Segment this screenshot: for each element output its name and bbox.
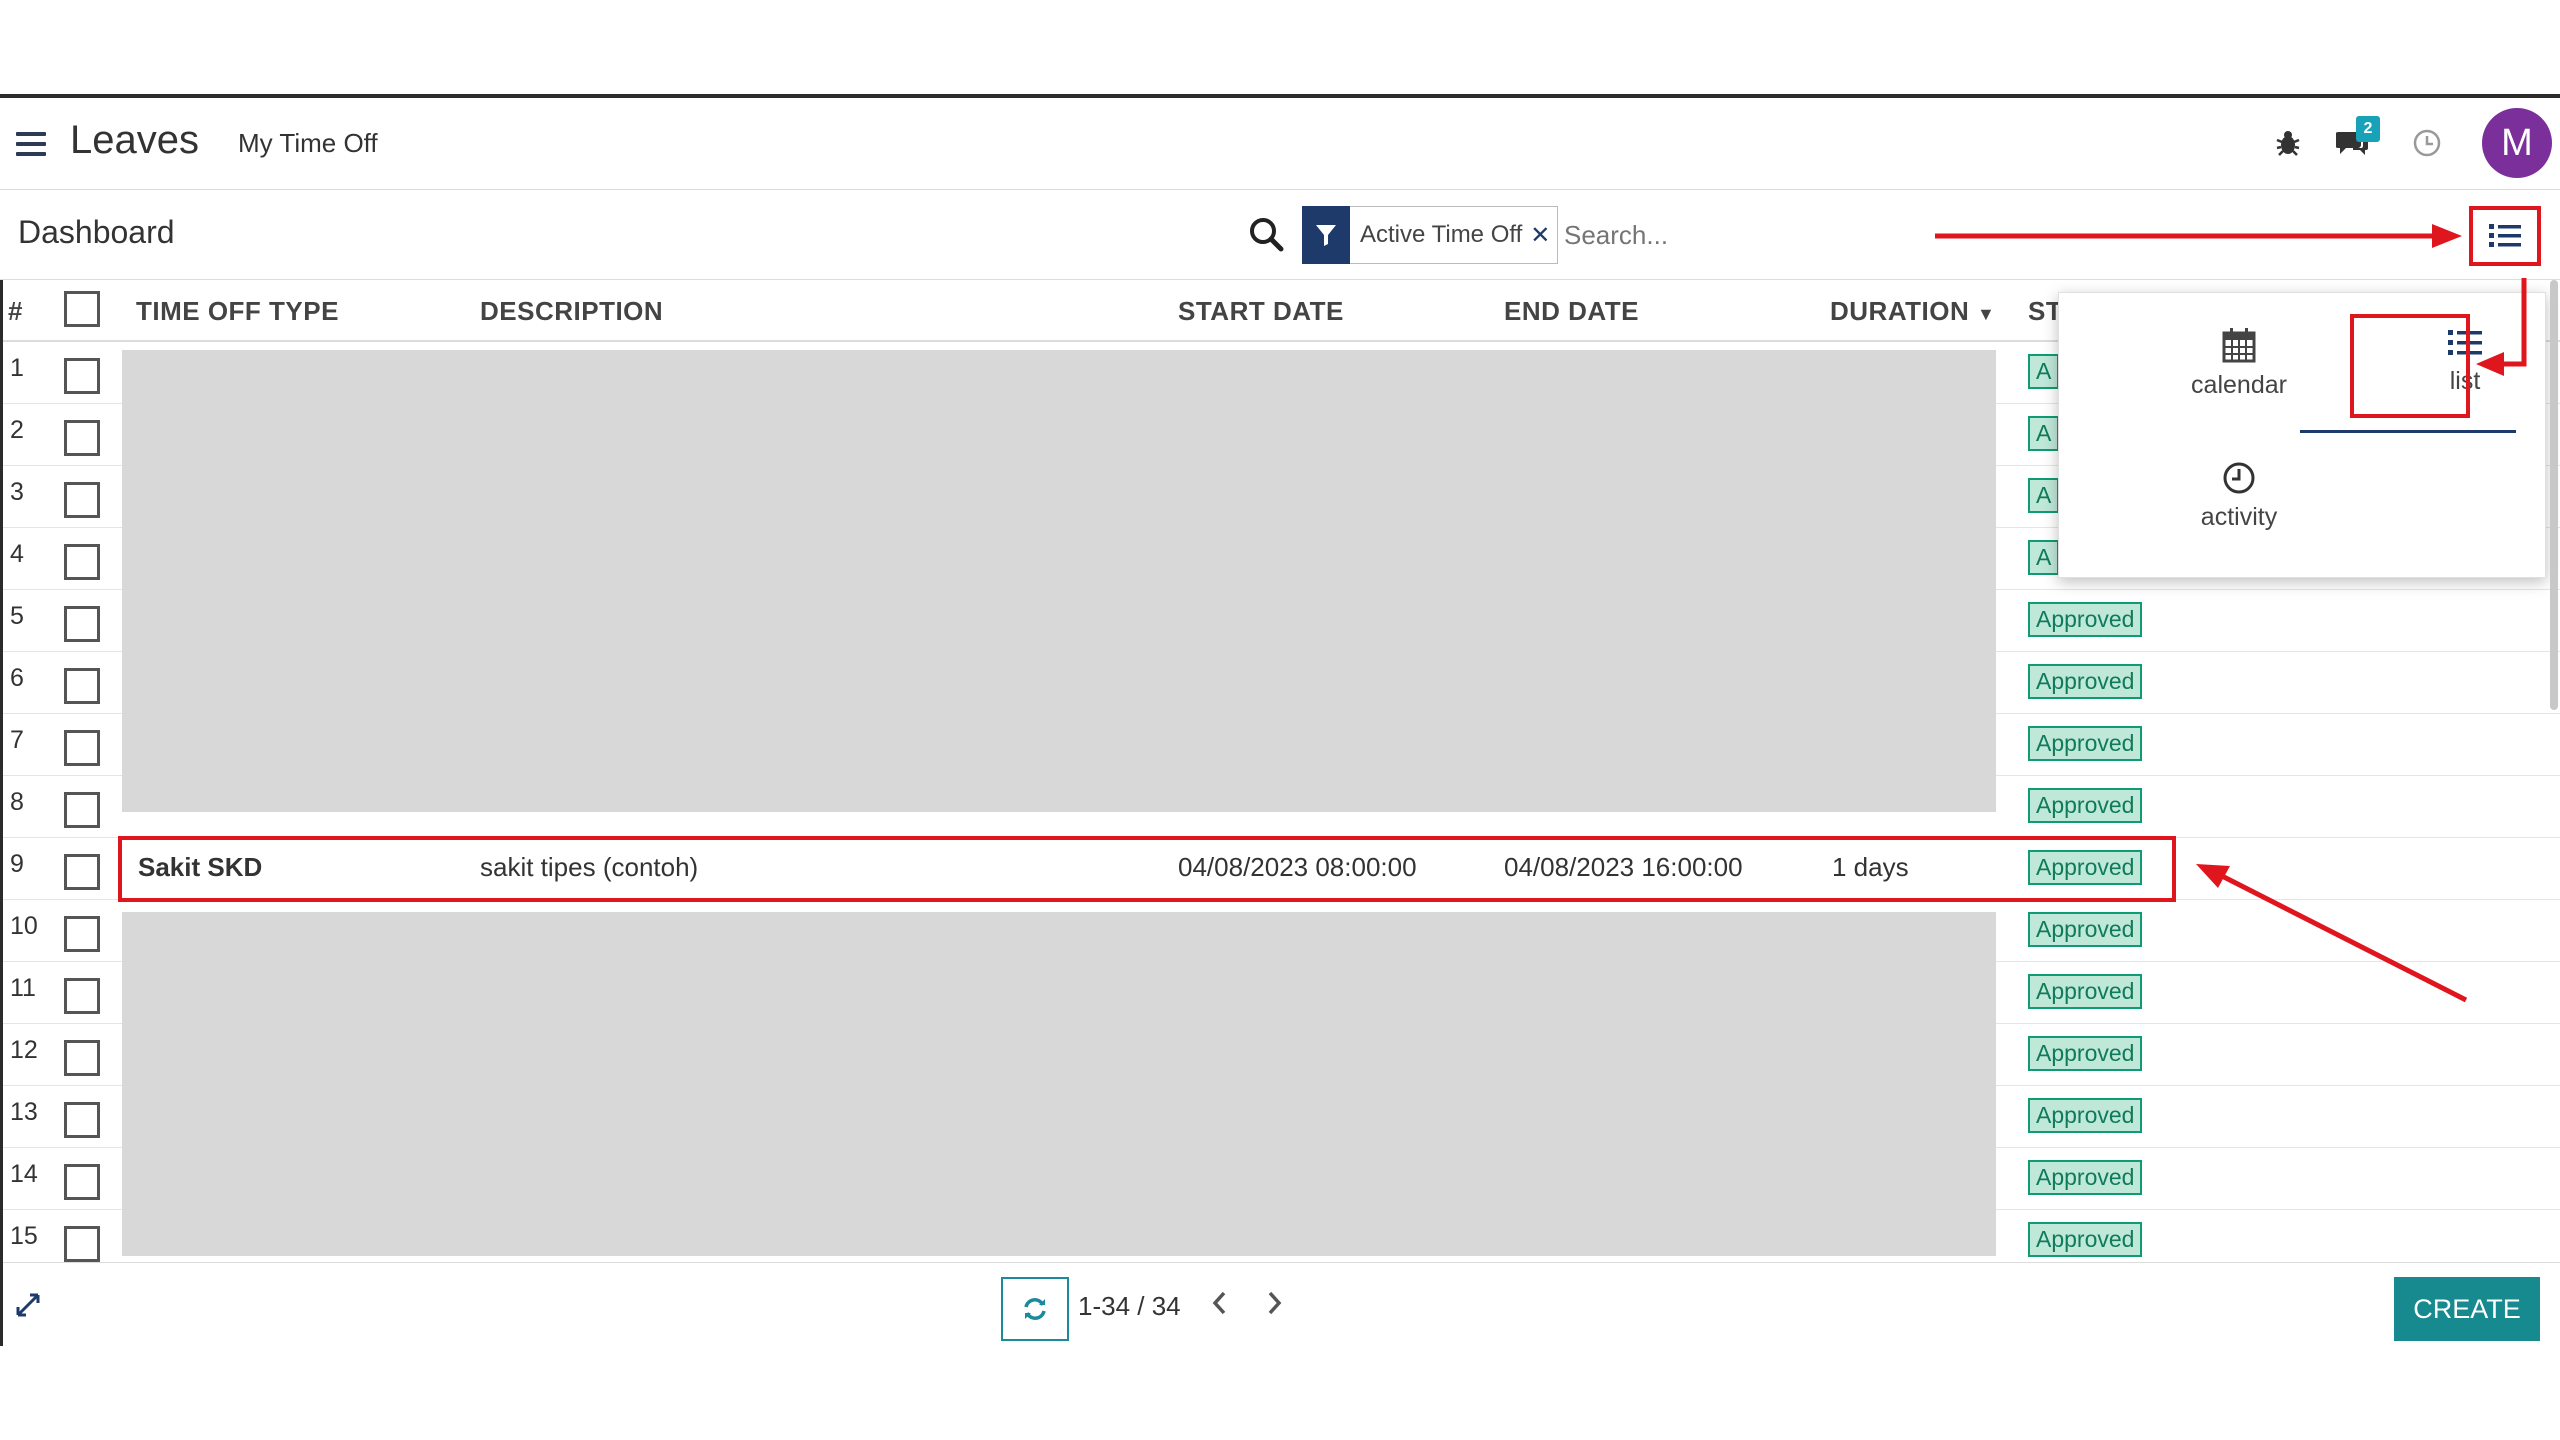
status-badge: A (2028, 416, 2060, 451)
remove-facet-icon[interactable]: ✕ (1522, 221, 1550, 250)
status-badge: Approved (2028, 602, 2143, 637)
row-number: 13 (10, 1098, 38, 1126)
sort-caret-icon: ▼ (1977, 304, 1996, 324)
app-title: Leaves (70, 118, 199, 162)
expand-icon[interactable] (14, 1291, 42, 1324)
row-checkbox[interactable] (64, 854, 100, 890)
window-left-border (0, 280, 3, 1346)
row-number: 5 (10, 602, 24, 630)
row-number: 7 (10, 726, 24, 754)
view-switcher-button[interactable] (2469, 206, 2541, 266)
status-badge: Approved (2028, 726, 2143, 761)
pager-previous-icon[interactable] (1210, 1289, 1230, 1322)
scrollbar[interactable] (2550, 280, 2558, 710)
annotation-highlight-list (2350, 314, 2470, 418)
row-number: 14 (10, 1160, 38, 1188)
activity-clock-icon (2223, 462, 2255, 494)
row-number: 6 (10, 664, 24, 692)
redacted-region-top (122, 350, 1996, 812)
status-badge: A (2028, 354, 2060, 389)
row-number: 1 (10, 354, 24, 382)
row-checkbox[interactable] (64, 420, 100, 456)
col-header-type[interactable]: TIME OFF TYPE (136, 296, 339, 327)
status-badge: Approved (2028, 1222, 2143, 1257)
pager-value[interactable]: 1-34 / 34 (1078, 1291, 1181, 1322)
status-badge: Approved (2028, 912, 2143, 947)
control-panel: Dashboard Active Time Off ✕ (0, 190, 2560, 280)
row-checkbox[interactable] (64, 916, 100, 952)
row-checkbox[interactable] (64, 1102, 100, 1138)
row-checkbox[interactable] (64, 730, 100, 766)
status-badge: Approved (2028, 1098, 2143, 1133)
status-badge: Approved (2028, 788, 2143, 823)
view-calendar[interactable]: calendar (2159, 327, 2319, 400)
nav-my-time-off[interactable]: My Time Off (238, 128, 378, 159)
search-input[interactable] (1564, 210, 1864, 260)
status-badge: A (2028, 540, 2060, 575)
search-icon[interactable] (1248, 216, 1284, 257)
filter-icon (1302, 205, 1350, 264)
avatar[interactable]: M (2482, 108, 2552, 178)
search-facet[interactable]: Active Time Off ✕ (1302, 205, 1558, 264)
calendar-icon (2222, 328, 2256, 363)
col-header-end[interactable]: END DATE (1504, 296, 1639, 327)
redacted-region-bottom (122, 912, 1996, 1256)
row-checkbox[interactable] (64, 358, 100, 394)
facet-label: Active Time Off (1360, 221, 1523, 248)
row-number: 9 (10, 850, 24, 878)
status-badge: Approved (2028, 974, 2143, 1009)
row-checkbox[interactable] (64, 668, 100, 704)
breadcrumb: Dashboard (18, 214, 175, 250)
row-checkbox[interactable] (64, 1040, 100, 1076)
col-header-num: # (8, 296, 23, 326)
footer-bar: 1-34 / 34 CREATE (0, 1262, 2560, 1346)
row-number: 11 (10, 974, 36, 1002)
row-number: 15 (10, 1222, 38, 1250)
row-checkbox[interactable] (64, 1226, 100, 1262)
menu-icon[interactable] (16, 132, 46, 156)
col-header-duration-label: DURATION (1830, 296, 1970, 326)
refresh-button[interactable] (1001, 1277, 1069, 1341)
row-checkbox[interactable] (64, 606, 100, 642)
row-number: 4 (10, 540, 24, 568)
list-view-icon (2489, 224, 2521, 247)
pager-next-icon[interactable] (1264, 1289, 1284, 1322)
view-activity[interactable]: activity (2159, 461, 2319, 532)
status-badge: Approved (2028, 664, 2143, 699)
messages-count-badge: 2 (2356, 116, 2380, 142)
row-checkbox[interactable] (64, 792, 100, 828)
bug-icon[interactable] (2274, 128, 2302, 163)
row-number: 12 (10, 1036, 38, 1064)
col-header-duration[interactable]: DURATION ▼ (1830, 296, 1995, 327)
row-number: 8 (10, 788, 24, 816)
row-number: 10 (10, 912, 38, 940)
status-badge: A (2028, 478, 2060, 513)
col-header-description[interactable]: DESCRIPTION (480, 296, 663, 327)
row-checkbox[interactable] (64, 482, 100, 518)
view-switcher-dropdown: calendar list activity (2058, 292, 2546, 578)
active-view-underline (2300, 430, 2516, 433)
row-checkbox[interactable] (64, 978, 100, 1014)
col-header-start[interactable]: START DATE (1178, 296, 1344, 327)
refresh-icon (1024, 1298, 1046, 1320)
row-number: 3 (10, 478, 24, 506)
status-badge: Approved (2028, 1036, 2143, 1071)
annotation-highlight-row (118, 836, 2176, 902)
row-checkbox[interactable] (64, 544, 100, 580)
view-activity-label: activity (2200, 503, 2278, 531)
status-badge: Approved (2028, 1160, 2143, 1195)
create-button[interactable]: CREATE (2394, 1277, 2540, 1341)
app-bar: Leaves My Time Off 2 M (0, 98, 2560, 190)
select-all-checkbox[interactable] (64, 291, 100, 327)
view-calendar-label: calendar (2191, 371, 2287, 399)
row-number: 2 (10, 416, 24, 444)
row-checkbox[interactable] (64, 1164, 100, 1200)
clock-icon[interactable] (2412, 128, 2442, 163)
